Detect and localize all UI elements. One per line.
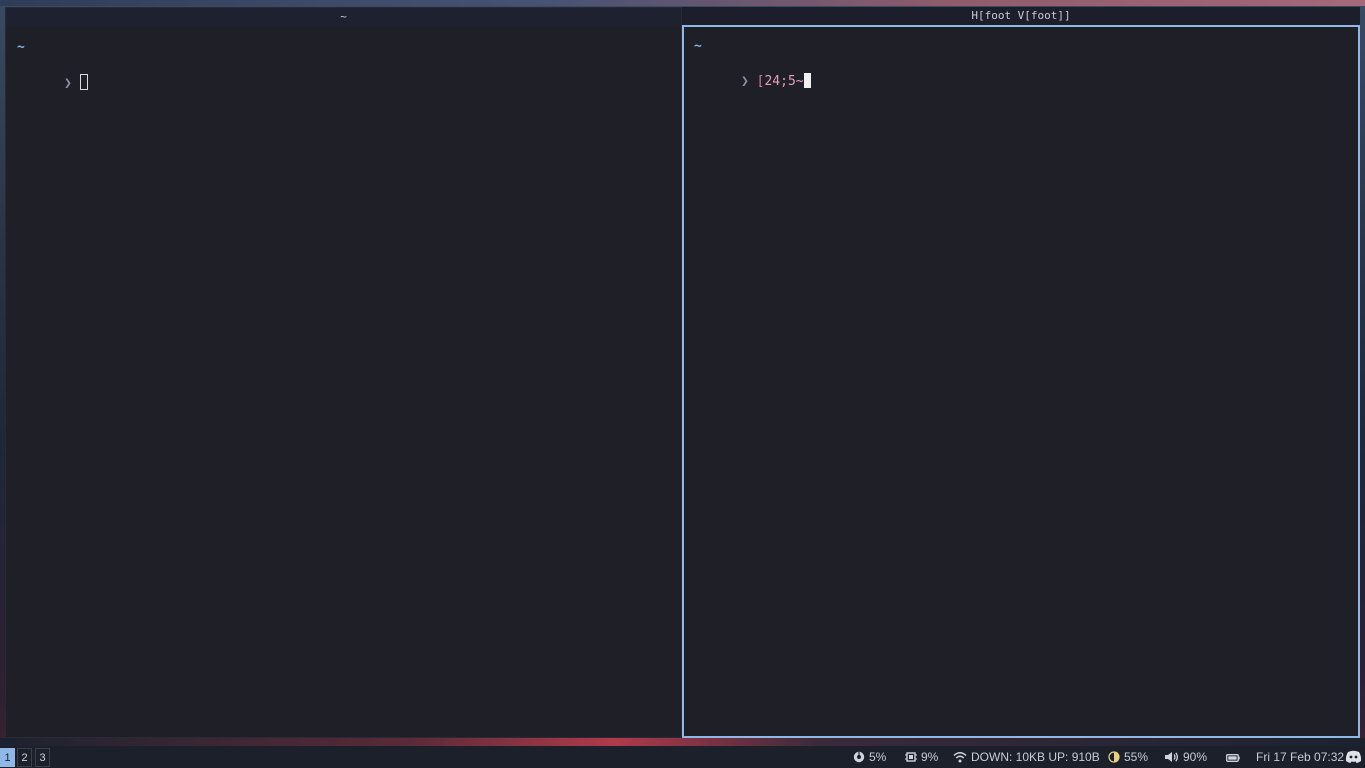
cwd-line: ~	[694, 39, 702, 54]
workspace-button-3[interactable]: 3	[35, 748, 50, 767]
battery-icon	[1226, 748, 1240, 768]
input-number: 24	[764, 74, 781, 89]
battery-module[interactable]	[1226, 746, 1244, 768]
memory-module[interactable]: 9%	[905, 746, 938, 768]
terminal-body-left[interactable]: ~ ❯	[6, 26, 681, 737]
terminal-body-right[interactable]: ~ ❯ [24;5~	[682, 25, 1360, 738]
network-value: DOWN: 10KB UP: 910B	[971, 750, 1100, 764]
network-module[interactable]: DOWN: 10KB UP: 910B	[953, 746, 1100, 768]
window-title-right: H[foot V[foot]]	[682, 7, 1360, 25]
terminal-window-left[interactable]: ~ ~ ❯	[5, 7, 682, 738]
cwd-line: ~	[17, 40, 25, 55]
terminal-cursor	[803, 73, 811, 88]
memory-icon	[905, 748, 917, 768]
prompt-line: ❯	[17, 58, 88, 108]
status-bar: 1 2 3 5% 9% DOWN: 10KB UP: 910B 55% 90% …	[0, 746, 1365, 768]
workspace-button-1[interactable]: 1	[0, 748, 15, 767]
input-semicolon: ;	[780, 74, 788, 89]
volume-icon	[1164, 748, 1179, 768]
cpu-module[interactable]: 5%	[853, 746, 886, 768]
brightness-icon	[1108, 748, 1120, 768]
cpu-icon	[853, 748, 865, 768]
brightness-value: 55%	[1124, 750, 1149, 764]
window-title-left: ~	[6, 8, 681, 26]
wifi-icon	[953, 748, 967, 768]
volume-value: 90%	[1183, 750, 1208, 764]
cpu-value: 5%	[869, 750, 887, 764]
prompt-symbol: ❯	[740, 74, 749, 89]
workspace-button-2[interactable]: 2	[17, 748, 32, 767]
prompt-symbol: ❯	[63, 76, 72, 91]
wallpaper-top	[0, 0, 1365, 6]
terminal-window-right[interactable]: H[foot V[foot]] ~ ❯ [24;5~	[682, 7, 1360, 738]
terminal-cursor	[79, 74, 88, 90]
tray-discord[interactable]	[1345, 746, 1365, 768]
brightness-module[interactable]: 55%	[1108, 746, 1148, 768]
discord-icon	[1345, 748, 1362, 768]
memory-value: 9%	[921, 750, 939, 764]
prompt-line: ❯ [24;5~	[694, 57, 811, 106]
wallpaper-bottom	[0, 738, 1365, 746]
input-tail: 5~	[787, 74, 804, 89]
clock[interactable]: Fri 17 Feb 07:32	[1256, 746, 1344, 768]
volume-module[interactable]: 90%	[1164, 746, 1207, 768]
